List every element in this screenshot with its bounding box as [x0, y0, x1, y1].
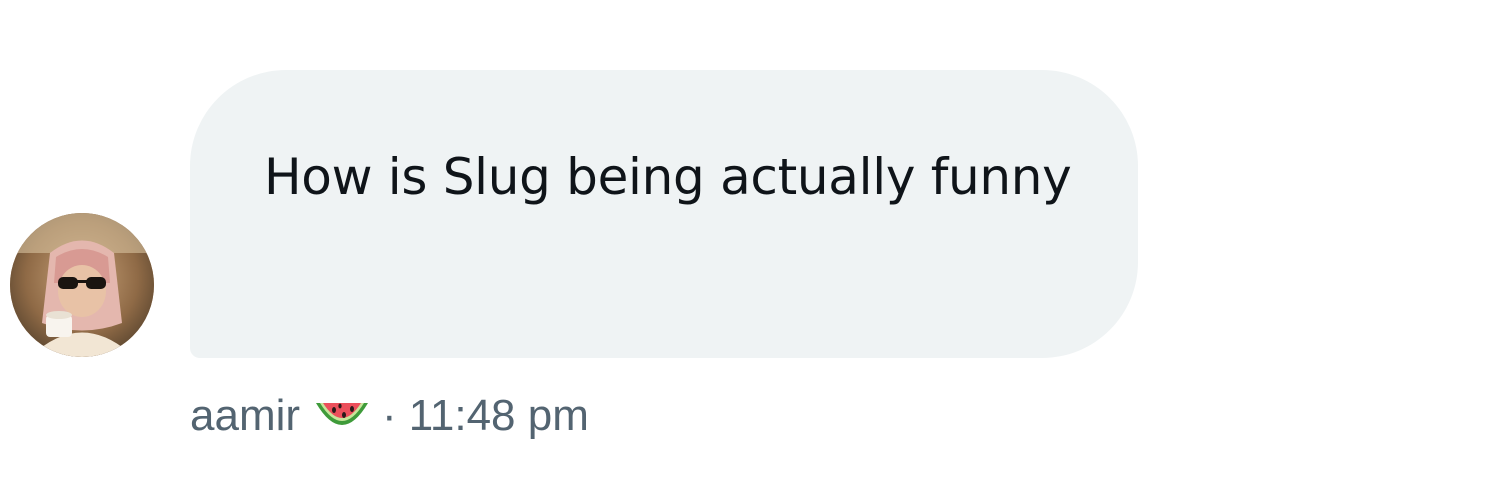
message-bubble[interactable]: How is Slug being actually funny [190, 70, 1138, 358]
dm-conversation-view: How is Slug being actually funny aamir ·… [0, 0, 1500, 500]
watermelon-icon [314, 395, 370, 437]
meta-separator: · [382, 391, 397, 440]
avatar-image [10, 213, 154, 357]
sender-name[interactable]: aamir [190, 391, 300, 441]
sender-avatar[interactable] [10, 213, 154, 357]
message-text: How is Slug being actually funny [264, 148, 1072, 206]
message-meta: aamir · 11:48 pm [190, 388, 589, 444]
message-time: 11:48 pm [408, 391, 589, 440]
